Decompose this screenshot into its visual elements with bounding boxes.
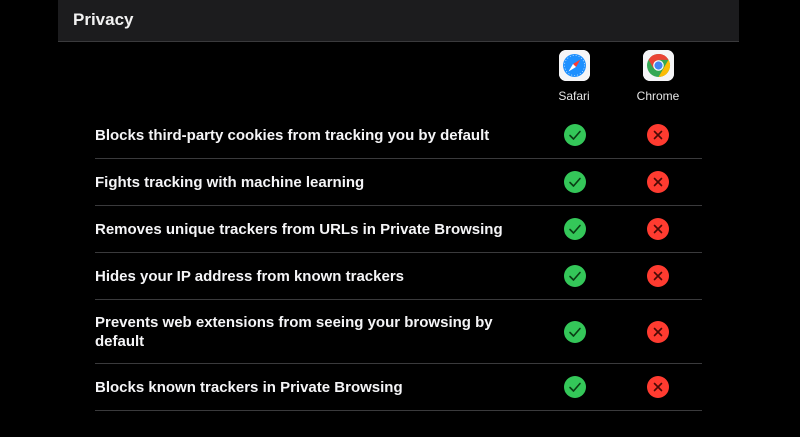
x-icon <box>647 218 669 240</box>
check-icon <box>564 376 586 398</box>
browser-name-safari: Safari <box>558 89 590 103</box>
chrome-logo-icon <box>642 50 674 81</box>
check-icon <box>564 320 586 343</box>
check-icon <box>564 265 586 287</box>
feature-label: Removes unique trackers from URLs in Pri… <box>95 220 503 238</box>
x-icon <box>647 320 669 343</box>
feature-label: Prevents web extensions from seeing your… <box>95 313 493 350</box>
feature-row: Removes unique trackers from URLs in Pri… <box>95 206 702 253</box>
safari-compass-icon <box>558 50 590 81</box>
browser-column-safari: Safari <box>539 50 609 103</box>
browser-name-chrome: Chrome <box>636 89 680 103</box>
page-title: Privacy <box>73 10 134 29</box>
feature-label: Hides your IP address from known tracker… <box>95 267 405 285</box>
feature-row: Fights tracking with machine learning <box>95 159 702 206</box>
privacy-header: Privacy <box>58 0 739 42</box>
feature-label: Blocks known trackers in Private Browsin… <box>95 378 403 396</box>
feature-label: Fights tracking with machine learning <box>95 173 365 191</box>
browser-column-chrome: Chrome <box>623 50 693 103</box>
x-icon <box>647 124 669 146</box>
feature-row: Prevents web extensions from seeing your… <box>95 300 702 364</box>
feature-row: Blocks third-party cookies from tracking… <box>95 112 702 159</box>
x-icon <box>647 265 669 287</box>
feature-row: Hides your IP address from known tracker… <box>95 253 702 300</box>
feature-label: Blocks third-party cookies from tracking… <box>95 126 490 144</box>
check-icon <box>564 124 586 146</box>
check-icon <box>564 218 586 240</box>
feature-comparison-list: Blocks third-party cookies from tracking… <box>95 112 702 411</box>
x-icon <box>647 376 669 398</box>
check-icon <box>564 171 586 193</box>
feature-row: Blocks known trackers in Private Browsin… <box>95 364 702 411</box>
x-icon <box>647 171 669 193</box>
